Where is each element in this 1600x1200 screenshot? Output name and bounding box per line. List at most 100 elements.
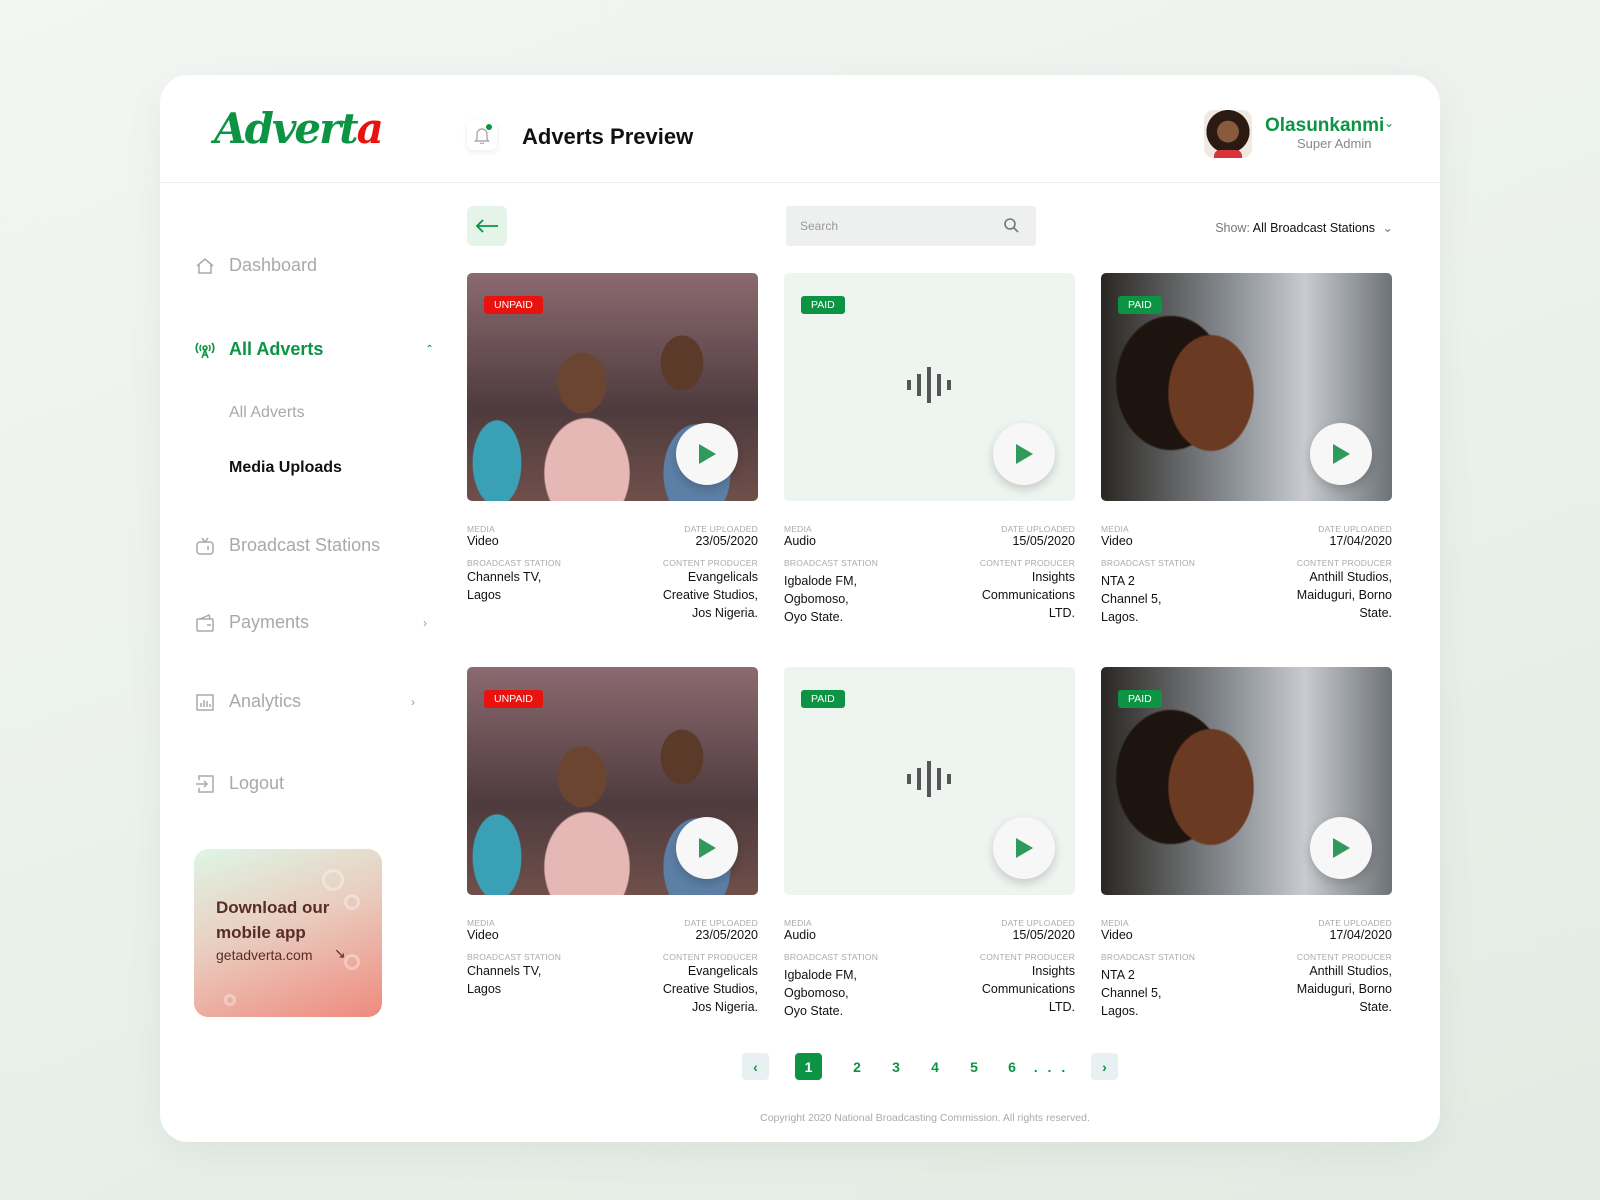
page-1-button[interactable]: 1: [795, 1053, 822, 1080]
play-button[interactable]: [676, 423, 738, 485]
upload-date: 23/05/2020: [695, 928, 758, 942]
sidebar-subitem-all-adverts[interactable]: All Adverts: [229, 404, 305, 422]
sidebar-item-logout[interactable]: Logout: [195, 773, 284, 794]
logout-icon: [196, 774, 214, 793]
advert-thumbnail[interactable]: PAID: [784, 667, 1075, 895]
producer-line: Maiduguri, Borno: [1296, 588, 1392, 602]
user-name[interactable]: Olasunkanmi: [1265, 115, 1384, 137]
circle-decoration: [224, 994, 236, 1006]
payment-status-badge: UNPAID: [484, 690, 543, 708]
sidebar-item-label: All Adverts: [229, 339, 324, 359]
payment-status-badge: PAID: [801, 296, 845, 314]
media-type: Video: [467, 534, 499, 548]
producer-line: Creative Studios,: [662, 588, 758, 602]
play-button[interactable]: [993, 817, 1055, 879]
media-label: MEDIA: [1101, 524, 1129, 534]
filter-label: Show:: [1215, 221, 1250, 235]
sidebar-subitem-media-uploads[interactable]: Media Uploads: [229, 459, 342, 477]
adverta-logo[interactable]: Adverta: [214, 104, 384, 153]
chevron-down-icon[interactable]: ⌄: [1384, 116, 1394, 130]
date-label: DATE UPLOADED: [1001, 524, 1075, 534]
arrow-down-right-icon: ↘: [334, 945, 346, 961]
advert-thumbnail[interactable]: PAID: [1101, 667, 1392, 895]
page-title: Adverts Preview: [522, 124, 694, 149]
date-label: DATE UPLOADED: [1318, 918, 1392, 928]
promo-title: Download our mobile app: [216, 898, 330, 942]
page-2-button[interactable]: 2: [850, 1053, 864, 1080]
station-label: BROADCAST STATION: [467, 952, 562, 962]
station-label: BROADCAST STATION: [1101, 558, 1196, 568]
play-icon: [699, 838, 716, 858]
prev-page-button[interactable]: ‹: [742, 1053, 769, 1080]
date-label: DATE UPLOADED: [684, 918, 758, 928]
play-icon: [1016, 838, 1033, 858]
home-icon: [196, 257, 214, 274]
station-line: Channel 5,: [1101, 592, 1162, 606]
play-button[interactable]: [1310, 423, 1372, 485]
promo-link[interactable]: getadverta.com: [216, 947, 313, 963]
play-icon: [1333, 838, 1350, 858]
user-role: Super Admin: [1297, 136, 1372, 151]
play-button[interactable]: [676, 817, 738, 879]
station-line: Igbalode FM,: [784, 968, 857, 982]
page-4-button[interactable]: 4: [928, 1053, 942, 1080]
producer-line: Jos Nigeria.: [692, 606, 758, 620]
producer-label: CONTENT PRODUCER: [1296, 558, 1392, 568]
search-icon[interactable]: [1003, 217, 1019, 233]
advert-details: MEDIA Video DATE UPLOADED 23/05/2020 BROADCA…: [467, 524, 758, 622]
producer-line: Communications: [981, 588, 1075, 602]
play-icon: [1016, 444, 1033, 464]
bar-chart-icon: [196, 693, 214, 711]
filter-value: All Broadcast Stations: [1252, 221, 1376, 235]
producer-line: Insights: [1031, 570, 1075, 584]
sidebar-item-analytics[interactable]: Analytics ›: [195, 691, 415, 712]
station-label: BROADCAST STATION: [784, 952, 879, 962]
advert-thumbnail[interactable]: PAID: [1101, 273, 1392, 501]
producer-label: CONTENT PRODUCER: [1296, 952, 1392, 962]
station-line: Channel 5,: [1101, 986, 1162, 1000]
advert-thumbnail[interactable]: UNPAID: [467, 667, 758, 895]
chevron-up-icon: ˆ: [427, 342, 432, 357]
advert-thumbnail[interactable]: PAID: [784, 273, 1075, 501]
producer-line: Jos Nigeria.: [692, 1000, 758, 1014]
sidebar-item-all-adverts[interactable]: All Adverts ˆ: [195, 339, 431, 360]
upload-date: 15/05/2020: [1012, 928, 1075, 942]
sidebar-item-label: Payments: [229, 612, 310, 632]
play-button[interactable]: [1310, 817, 1372, 879]
advert-thumbnail[interactable]: UNPAID: [467, 273, 758, 501]
play-button[interactable]: [993, 423, 1055, 485]
station-line: NTA 2: [1101, 968, 1135, 982]
date-label: DATE UPLOADED: [684, 524, 758, 534]
station-line: Oyo State.: [784, 610, 844, 624]
station-line: NTA 2: [1101, 574, 1135, 588]
wallet-icon: [196, 613, 214, 632]
search-input[interactable]: [786, 206, 1036, 246]
sidebar-item-dashboard[interactable]: Dashboard: [195, 255, 317, 276]
station-filter-dropdown[interactable]: Show: All Broadcast Stations ⌄: [1215, 220, 1393, 235]
station-line: Lagos.: [1101, 1004, 1139, 1018]
sidebar-item-broadcast-stations[interactable]: Broadcast Stations: [195, 535, 380, 556]
chevron-down-icon: ⌄: [1382, 221, 1393, 235]
producer-line: Maiduguri, Borno: [1296, 982, 1392, 996]
media-type: Video: [1101, 534, 1133, 548]
station-label: BROADCAST STATION: [784, 558, 879, 568]
producer-line: LTD.: [1048, 1000, 1075, 1014]
play-icon: [1333, 444, 1350, 464]
producer-line: State.: [1359, 606, 1392, 620]
download-app-promo[interactable]: Download our mobile app getadverta.com ↘: [194, 849, 382, 1017]
avatar[interactable]: [1204, 110, 1252, 158]
advert-details: MEDIA Audio DATE UPLOADED 15/05/2020 BROADCA…: [784, 524, 1075, 626]
upload-date: 15/05/2020: [1012, 534, 1075, 548]
page-3-button[interactable]: 3: [889, 1053, 903, 1080]
payment-status-badge: PAID: [801, 690, 845, 708]
audio-wave-icon: [907, 761, 951, 797]
producer-line: Evangelicals: [687, 570, 758, 584]
payment-status-badge: PAID: [1118, 690, 1162, 708]
sidebar-item-payments[interactable]: Payments ›: [195, 612, 427, 633]
page-6-button[interactable]: 6: [1005, 1053, 1019, 1080]
back-button[interactable]: [467, 206, 507, 246]
next-page-button[interactable]: ›: [1091, 1053, 1118, 1080]
page-5-button[interactable]: 5: [967, 1053, 981, 1080]
notifications-button[interactable]: [467, 120, 497, 150]
advert-details: MEDIA Video DATE UPLOADED 17/04/2020 BROADCA…: [1101, 524, 1392, 626]
